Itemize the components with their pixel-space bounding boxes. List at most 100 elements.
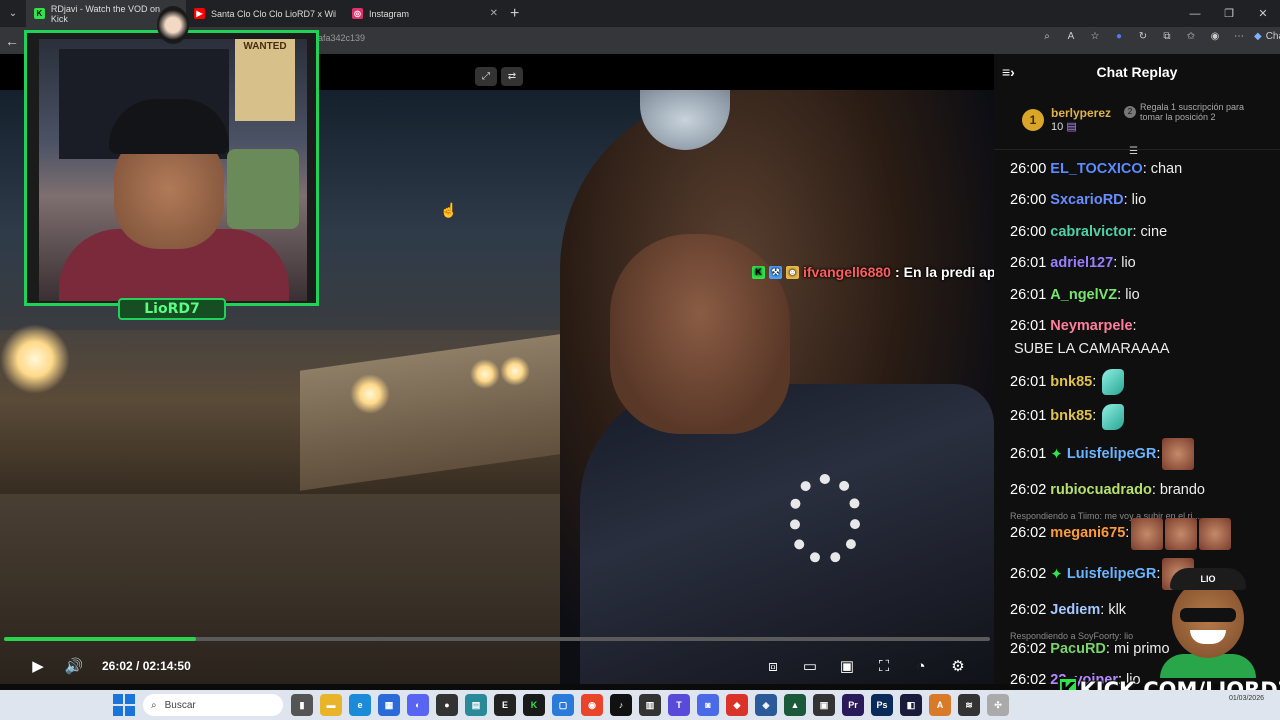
read-aloud-icon[interactable]: A: [1062, 31, 1080, 42]
url-text[interactable]: afa342c139: [318, 33, 365, 43]
app2-icon[interactable]: ▢: [552, 694, 574, 716]
message-user[interactable]: SxcarioRD: [1050, 189, 1123, 212]
profile-avatar[interactable]: ◉: [1206, 31, 1224, 42]
copilot-icon: ◆: [1254, 31, 1262, 42]
gift-offer[interactable]: 2 Regala 1 suscripción para tomar la pos…: [1124, 102, 1259, 122]
epic-icon[interactable]: E: [494, 694, 516, 716]
message-user[interactable]: rubiocuadrado: [1050, 479, 1152, 502]
emote-face-icon: [1165, 517, 1198, 550]
expand-icon[interactable]: ⤢: [475, 67, 497, 86]
tab-menu-chevron-icon[interactable]: ⌄: [0, 0, 26, 27]
chat-message: 26:01 ✦ LuisfelipeGR:: [1010, 438, 1272, 471]
favorite-star-icon[interactable]: ☆: [1086, 31, 1104, 42]
premiere-icon[interactable]: Pr: [842, 694, 864, 716]
message-text: cine: [1140, 223, 1168, 240]
top-gifter[interactable]: 1 berlyperez 10 ▤ 2 Regala 1 suscripción…: [994, 90, 1280, 150]
taskbar-search[interactable]: ⌕ Buscar: [143, 694, 283, 716]
speed-icon[interactable]: ◔: [909, 654, 933, 678]
photoshop-icon[interactable]: Ps: [871, 694, 893, 716]
settings-icon[interactable]: ⚙: [946, 654, 970, 678]
message-time: 26:02: [1010, 481, 1047, 498]
app11-icon[interactable]: ≋: [958, 694, 980, 716]
miniplayer-icon[interactable]: ⧈: [761, 654, 785, 678]
video-overlay-buttons: ⤢ ⇄: [475, 67, 523, 86]
message-user[interactable]: EL_TOCXICO: [1050, 158, 1142, 181]
volume-icon[interactable]: 🔊: [62, 654, 86, 678]
video-light: [0, 324, 70, 394]
video-progress-bar[interactable]: [4, 637, 990, 641]
chat-header: ≡› Chat Replay: [994, 54, 1280, 90]
message-user[interactable]: cabralvictor: [1050, 221, 1132, 244]
message-user[interactable]: LuisfelipeGR: [1067, 563, 1156, 586]
youtube-favicon-icon: ▶: [194, 8, 205, 19]
close-window-icon[interactable]: ✕: [1246, 0, 1280, 27]
edge-icon[interactable]: e: [349, 694, 371, 716]
emote-hand-icon: [1102, 369, 1125, 396]
collapse-chat-icon[interactable]: ≡›: [1002, 64, 1015, 80]
refresh-icon[interactable]: ↻: [1134, 31, 1152, 42]
tab-close-icon[interactable]: ✕: [490, 8, 498, 19]
browser-tabbar: ⌄ K RDjavi - Watch the VOD on Kick ▶ San…: [0, 0, 1280, 27]
gift-icon: ▤: [1066, 121, 1077, 133]
chat-message: 26:00 cabralvictor: cine: [1010, 221, 1272, 244]
message-time: 26:01: [1010, 286, 1047, 303]
message-user[interactable]: A_ngelVZ: [1050, 284, 1117, 307]
kick-app-icon[interactable]: K: [523, 694, 545, 716]
message-time: 26:01: [1010, 408, 1047, 425]
pip-icon[interactable]: ▣: [835, 654, 859, 678]
app6-icon[interactable]: ◈: [755, 694, 777, 716]
current-time: 26:02: [102, 659, 133, 673]
zoom-icon[interactable]: ⌕: [1038, 31, 1056, 42]
message-colon: :: [1156, 445, 1161, 462]
emote-face-icon: [1199, 517, 1232, 550]
app8-icon[interactable]: ▣: [813, 694, 835, 716]
kick-favicon-icon: K: [34, 8, 45, 19]
tiktok-icon[interactable]: ♪: [610, 694, 632, 716]
minimize-icon[interactable]: —: [1178, 0, 1212, 27]
teams-icon[interactable]: T: [668, 694, 690, 716]
message-user[interactable]: Neymarpele: [1050, 315, 1132, 338]
more-menu-icon[interactable]: ⋯: [1230, 31, 1248, 42]
message-user[interactable]: bnk85: [1050, 405, 1092, 428]
new-tab-icon[interactable]: +: [510, 5, 519, 23]
translate-icon[interactable]: ⇄: [501, 67, 523, 86]
chrome-icon[interactable]: ◉: [581, 694, 603, 716]
app-icon[interactable]: ▤: [465, 694, 487, 716]
app9-icon[interactable]: ◧: [900, 694, 922, 716]
message-user[interactable]: megani675: [1050, 522, 1125, 545]
message-colon: :: [1092, 373, 1097, 390]
app5-icon[interactable]: ◆: [726, 694, 748, 716]
message-user[interactable]: bnk85: [1050, 371, 1092, 394]
badge-star-icon: ✦: [1050, 445, 1063, 463]
discord-icon[interactable]: ◐: [407, 694, 429, 716]
theater-icon[interactable]: ▭: [798, 654, 822, 678]
windows-start-icon[interactable]: [113, 694, 135, 716]
message-user[interactable]: LuisfelipeGR: [1067, 443, 1156, 466]
badge-star-icon: ✦: [1050, 565, 1063, 583]
app10-icon[interactable]: A: [929, 694, 951, 716]
time-display: 26:02 / 02:14:50: [102, 659, 191, 673]
obs-icon[interactable]: ●: [436, 694, 458, 716]
message-user[interactable]: Jediem: [1050, 599, 1100, 622]
maximize-icon[interactable]: ❐: [1212, 0, 1246, 27]
webcam-name-label: LioRD7: [118, 298, 226, 320]
app12-icon[interactable]: ✣: [987, 694, 1009, 716]
message-user[interactable]: PacuRD: [1050, 638, 1106, 661]
collections-icon[interactable]: ✩: [1182, 31, 1200, 42]
back-arrow-icon[interactable]: ←: [0, 33, 24, 49]
filter-icon[interactable]: ☰: [1129, 146, 1138, 157]
app7-icon[interactable]: ▲: [784, 694, 806, 716]
message-user[interactable]: adriel127: [1050, 252, 1113, 275]
store-icon[interactable]: ▦: [378, 694, 400, 716]
task-view-icon[interactable]: ▮: [291, 694, 313, 716]
play-icon[interactable]: ▶: [26, 654, 50, 678]
tab-youtube[interactable]: ▶ Santa Clo Clo Clo LioRD7 x Willy P: [186, 0, 344, 27]
app4-icon[interactable]: ◙: [697, 694, 719, 716]
extension-icon[interactable]: ●: [1110, 31, 1128, 42]
fullscreen-icon[interactable]: ⛶: [872, 654, 896, 678]
app3-icon[interactable]: ▥: [639, 694, 661, 716]
tab-instagram[interactable]: ◎ Instagram ✕: [344, 0, 504, 27]
copilot-chat-button[interactable]: ◆Chat: [1254, 31, 1280, 42]
split-icon[interactable]: ⧉: [1158, 31, 1176, 42]
file-explorer-icon[interactable]: ▬: [320, 694, 342, 716]
